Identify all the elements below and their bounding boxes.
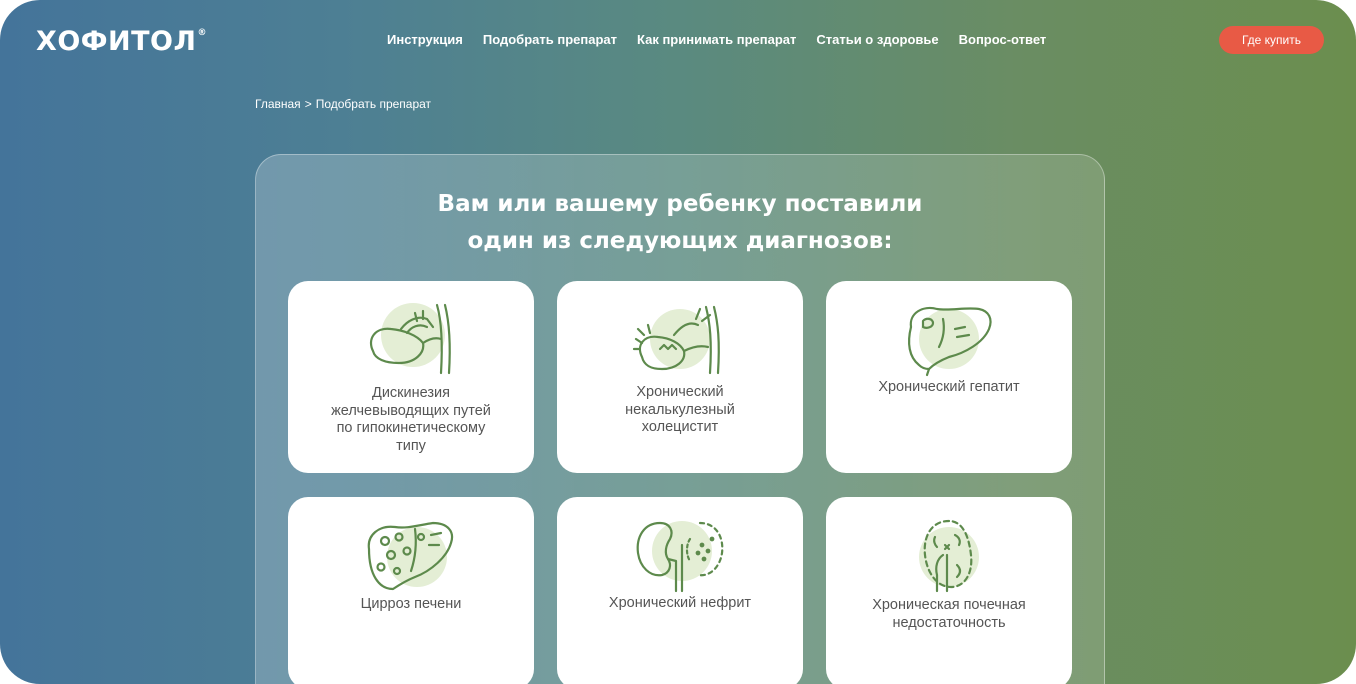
diagnosis-label-line: Цирроз печени (360, 596, 462, 612)
cirrhotic-liver-icon (367, 521, 454, 591)
heading-line-2: один из следующих диагнозов: (467, 228, 893, 254)
diagnosis-label: Цирроз печени (298, 596, 524, 614)
nav-item-instruction[interactable]: Инструкция (387, 32, 463, 47)
diagnosis-label-line: Хронический нефрит (608, 595, 752, 611)
page-background: ХОФИТОЛ® Инструкция Подобрать препарат К… (0, 0, 1356, 684)
diagnosis-label: Хронический гепатит (836, 379, 1062, 397)
diagnosis-card-cholecystitis[interactable]: Хронический некалькулезный холецистит (557, 281, 803, 473)
breadcrumb-current: Подобрать препарат (315, 97, 432, 111)
diagnosis-label: Хронический нефрит (567, 595, 793, 613)
nav-item-choose-drug[interactable]: Подобрать препарат (483, 32, 617, 47)
nav-item-faq[interactable]: Вопрос-ответ (959, 32, 1047, 47)
logo-registered-mark: ® (197, 28, 207, 38)
diagnosis-card-dyskinesia[interactable]: Дискинезия желчевыводящих путей по гипок… (288, 281, 534, 473)
breadcrumb-separator: > (304, 97, 312, 111)
diagnosis-card-cirrhosis[interactable]: Цирроз печени (288, 497, 534, 684)
kidney-icon (636, 521, 724, 593)
logo[interactable]: ХОФИТОЛ® (36, 26, 207, 57)
main-nav: Инструкция Подобрать препарат Как приним… (387, 32, 1046, 47)
diagnosis-label-line: некалькулезный (625, 401, 735, 418)
diagnosis-label-line: типу (396, 437, 426, 454)
liver-icon (908, 306, 992, 377)
where-to-buy-button[interactable]: Где купить (1219, 26, 1324, 54)
nav-item-health-articles[interactable]: Статьи о здоровье (816, 32, 938, 47)
diagnosis-card-renal-failure[interactable]: Хроническая почечная недостаточность (826, 497, 1072, 684)
kidney-failure-icon (919, 519, 979, 593)
logo-text: ХОФИТОЛ (36, 26, 197, 57)
diagnosis-label-line: Дискинезия (372, 385, 450, 401)
breadcrumb: Главная > Подобрать препарат (255, 97, 431, 111)
gallbladder-icon (369, 303, 451, 375)
diagnosis-label-line: желчевыводящих путей (331, 402, 491, 419)
diagnosis-label-line: Хронический гепатит (878, 379, 1020, 395)
diagnosis-label: Дискинезия желчевыводящих путей по гипок… (298, 385, 524, 455)
diagnosis-label: Хронический некалькулезный холецистит (567, 384, 793, 437)
heading-line-1: Вам или вашему ребенку поставили (437, 191, 923, 217)
diagnosis-card-nephritis[interactable]: Хронический нефрит (557, 497, 803, 684)
diagnosis-label-line: Хроническая почечная (872, 597, 1026, 613)
diagnosis-label-line: недостаточность (892, 614, 1006, 631)
diagnosis-label-line: Хронический (636, 384, 724, 400)
breadcrumb-home-link[interactable]: Главная (255, 97, 301, 111)
page-heading: Вам или вашему ребенку поставили один из… (255, 186, 1105, 260)
diagnosis-label: Хроническая почечная недостаточность (836, 597, 1062, 632)
nav-item-how-to-take[interactable]: Как принимать препарат (637, 32, 796, 47)
diagnosis-label-line: по гипокинетическому (336, 420, 486, 436)
inflamed-gallbladder-icon (632, 305, 720, 375)
diagnosis-card-hepatitis[interactable]: Хронический гепатит (826, 281, 1072, 473)
diagnosis-label-line: холецистит (641, 419, 719, 435)
